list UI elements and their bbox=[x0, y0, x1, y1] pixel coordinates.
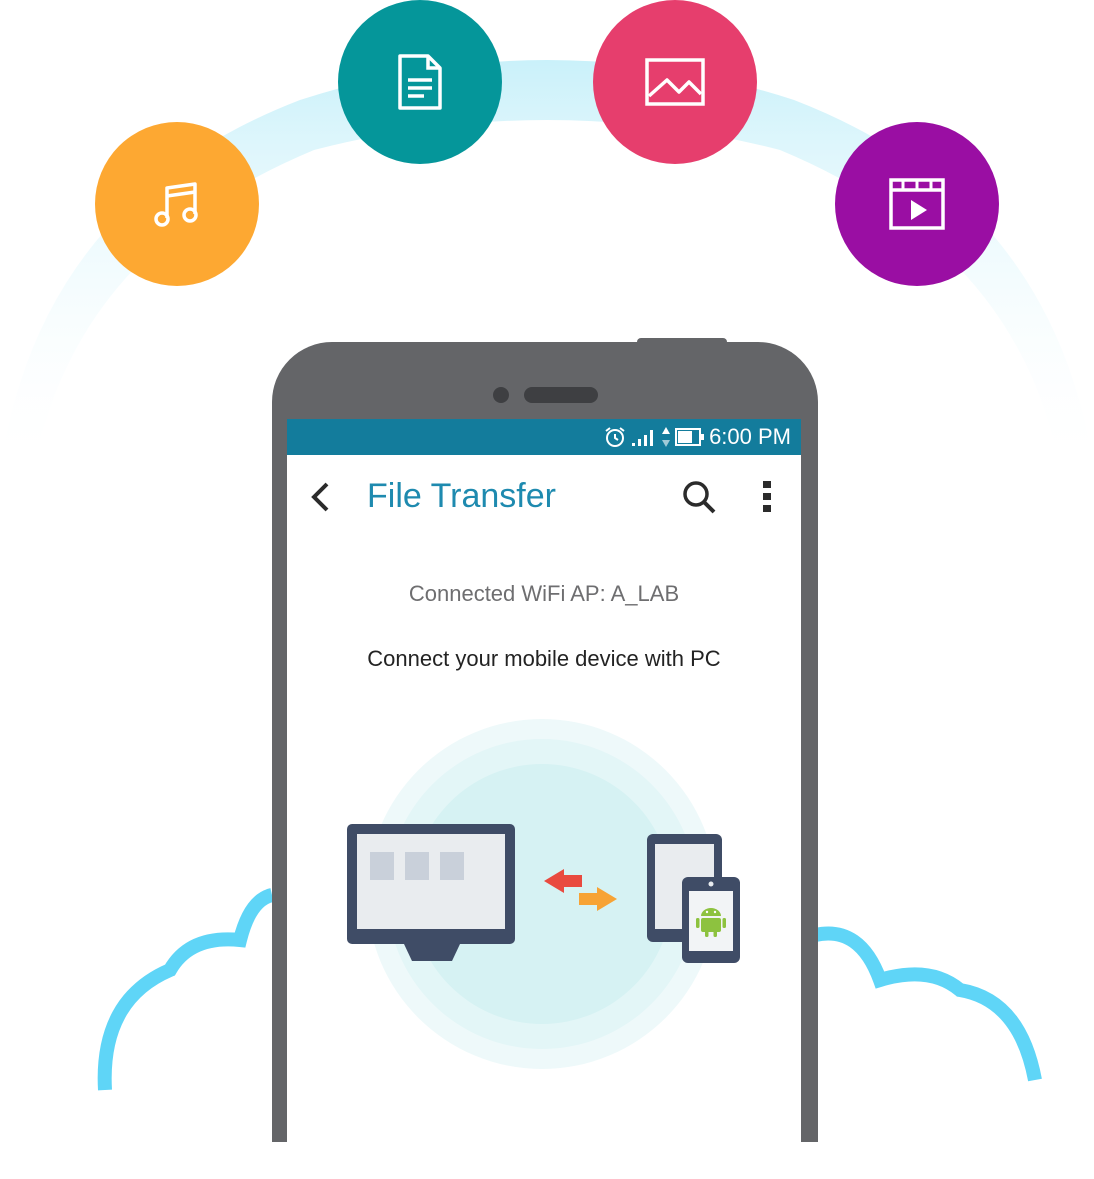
phone-mockup: 6:00 PM File Transfer Connected WiFi AP:… bbox=[272, 338, 818, 1179]
app-toolbar: File Transfer bbox=[287, 455, 801, 539]
document-category-bubble[interactable] bbox=[338, 0, 502, 164]
data-arrows-icon bbox=[661, 426, 671, 448]
alarm-icon bbox=[603, 425, 627, 449]
search-button[interactable] bbox=[679, 477, 719, 517]
android-phone-icon bbox=[682, 877, 740, 963]
phone-screen: 6:00 PM File Transfer Connected WiFi AP:… bbox=[287, 419, 801, 1179]
battery-icon bbox=[675, 427, 705, 447]
image-icon bbox=[645, 58, 705, 106]
pc-mobile-connection-illustration bbox=[347, 719, 740, 1069]
more-options-button[interactable] bbox=[753, 477, 781, 517]
connect-instruction-text: Connect your mobile device with PC bbox=[367, 646, 721, 671]
more-vertical-icon bbox=[763, 481, 771, 512]
music-note-icon bbox=[154, 182, 198, 227]
front-camera bbox=[493, 387, 509, 403]
video-icon bbox=[889, 178, 945, 230]
status-time: 6:00 PM bbox=[709, 424, 791, 449]
signal-icon bbox=[631, 427, 657, 447]
wifi-status-text: Connected WiFi AP: A_LAB bbox=[408, 581, 680, 606]
video-category-bubble[interactable] bbox=[835, 122, 999, 286]
earpiece-speaker bbox=[524, 387, 598, 403]
status-bar: 6:00 PM bbox=[287, 419, 801, 455]
app-title: File Transfer bbox=[367, 477, 556, 515]
chevron-left-icon bbox=[311, 482, 329, 512]
image-category-bubble[interactable] bbox=[593, 0, 757, 164]
document-icon bbox=[398, 54, 442, 110]
monitor-icon bbox=[347, 824, 515, 961]
music-category-bubble[interactable] bbox=[95, 122, 259, 286]
back-button[interactable] bbox=[305, 479, 337, 515]
phone-top-button bbox=[637, 338, 727, 346]
search-icon bbox=[683, 481, 716, 514]
